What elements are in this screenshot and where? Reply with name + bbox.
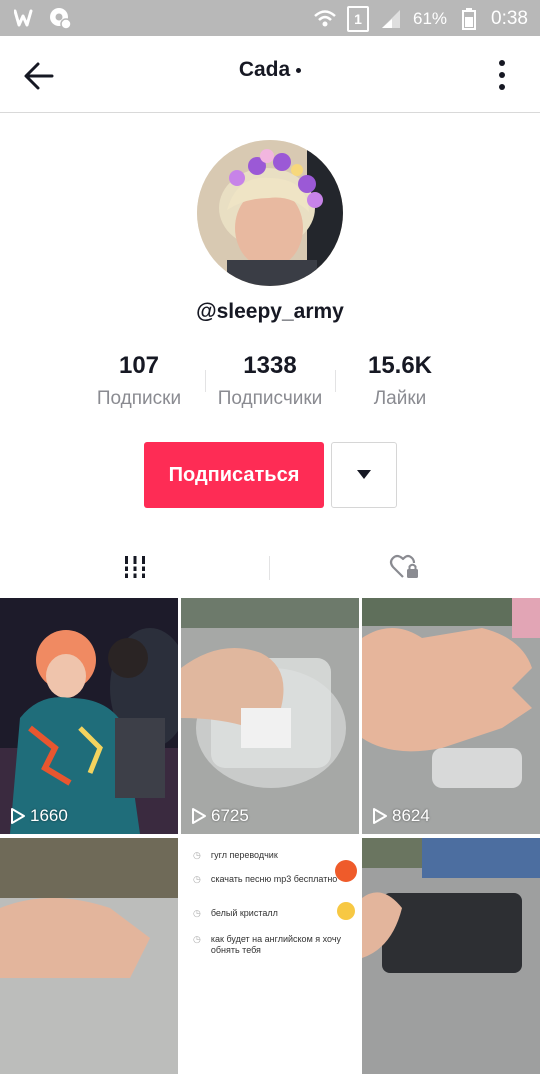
clock-icon: ◷ <box>193 874 201 884</box>
search-history-text: как будет на английском я хочу обнять те… <box>210 934 342 955</box>
top-bar: Cada <box>0 36 540 113</box>
stat-likes[interactable]: 15.6K Лайки <box>335 352 465 410</box>
emoji-icon <box>337 902 355 920</box>
video-thumbnail[interactable] <box>362 838 540 1074</box>
caret-down-icon <box>357 470 371 479</box>
search-history-item: ◷ как будет на английском я хочу обнять т… <box>193 934 343 968</box>
sim-icon: 1 <box>346 6 369 32</box>
title-dot <box>296 67 302 73</box>
status-left <box>14 6 72 30</box>
tab-liked[interactable] <box>270 538 540 596</box>
app-badge-icon <box>335 860 357 882</box>
stat-likes-label: Лайки <box>373 388 427 409</box>
play-icon <box>373 808 387 824</box>
search-history-list: ◷ гугл переводчик ◷ скачать песню mp3 бесп… <box>193 850 343 968</box>
video-thumbnail[interactable]: ◷ гугл переводчик ◷ скачать песню mp3 бесп… <box>181 838 359 1074</box>
status-right: 1 61% 0:38 <box>313 6 528 32</box>
more-options-button[interactable] <box>494 58 510 92</box>
signal-icon <box>379 7 403 31</box>
view-count-value: 6725 <box>211 806 249 825</box>
search-history-item: ◷ белый кристалл <box>193 908 343 934</box>
clock-icon: ◷ <box>193 850 201 860</box>
more-vertical-icon <box>499 60 505 90</box>
username: @sleepy_army <box>196 300 344 323</box>
status-time: 0:38 <box>491 8 528 29</box>
view-count: 6725 <box>191 806 249 826</box>
wattpad-icon <box>14 6 38 30</box>
follow-button[interactable]: Подписаться <box>144 442 324 508</box>
stat-following[interactable]: 107 Подписки <box>74 352 204 410</box>
stat-followers-value: 1338 <box>243 352 297 379</box>
stat-followers[interactable]: 1338 Подписчики <box>205 352 335 410</box>
stat-following-label: Подписки <box>96 388 182 409</box>
play-icon <box>11 808 25 824</box>
search-history-item: ◷ скачать песню mp3 бесплатно <box>193 874 343 908</box>
view-count: 1660 <box>10 806 68 826</box>
search-history-text: гугл переводчик <box>210 850 278 860</box>
status-bar: 1 61% 0:38 <box>0 0 540 36</box>
video-thumbnail[interactable] <box>0 838 178 1074</box>
battery-percent: 61% <box>412 9 448 28</box>
tab-videos[interactable] <box>0 538 270 596</box>
view-count-value: 8624 <box>392 806 430 825</box>
page-title-text: Cada <box>238 58 291 81</box>
suggestions-dropdown-button[interactable] <box>331 442 397 508</box>
video-thumbnail[interactable]: 8624 <box>362 598 540 834</box>
wifi-icon <box>313 7 337 31</box>
video-thumbnail[interactable]: 6725 <box>181 598 359 834</box>
battery-icon <box>457 7 481 31</box>
play-icon <box>192 808 206 824</box>
search-history-text: скачать песню mp3 бесплатно <box>210 874 338 884</box>
search-history-item: ◷ гугл переводчик <box>193 850 343 874</box>
settings-notification-icon <box>48 6 72 30</box>
heart-lock-icon <box>389 554 418 578</box>
clock-icon: ◷ <box>193 934 201 944</box>
video-thumbnail[interactable]: 1660 <box>0 598 178 834</box>
profile-tabs <box>0 538 540 596</box>
avatar[interactable] <box>197 140 343 286</box>
clock-icon: ◷ <box>193 908 201 918</box>
view-count-value: 1660 <box>30 806 68 825</box>
stat-followers-label: Подписчики <box>217 388 323 409</box>
stat-following-value: 107 <box>118 352 160 379</box>
search-history-text: белый кристалл <box>210 908 278 918</box>
stat-likes-value: 15.6K <box>367 352 433 379</box>
grid-icon <box>123 556 147 578</box>
page-title: Cada <box>0 58 540 82</box>
view-count: 8624 <box>372 806 430 826</box>
